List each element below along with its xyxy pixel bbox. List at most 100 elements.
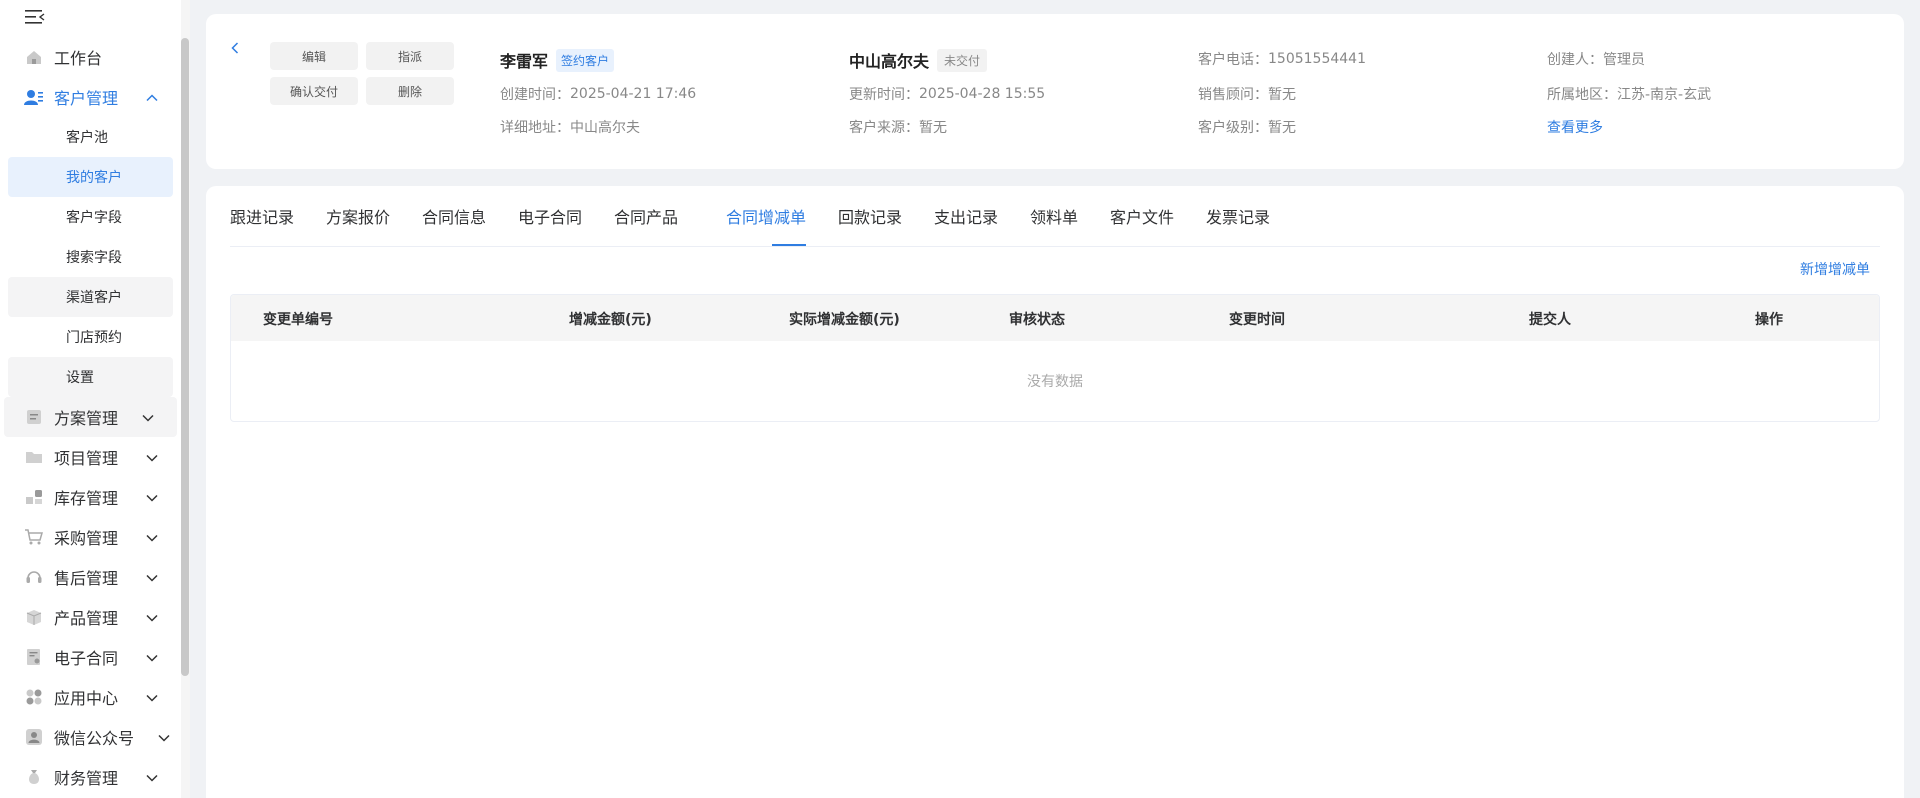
sidebar-scrollbar[interactable] [181,38,189,676]
sidebar-item-app-center[interactable]: 应用中心 [0,677,181,717]
sidebar-item-wechat-official[interactable]: 微信公众号 [0,717,181,757]
source-row: 客户来源： 暂无 [849,117,947,137]
customer-icon [24,87,44,107]
sidebar-nav: 工作台 客户管理 客户池 我的客户 客户字段 搜索字段 渠道客户 门店预约 设置… [0,37,181,797]
chevron-down-icon [145,690,159,704]
creator-label: 创建人： [1547,52,1603,68]
contract-icon [24,647,44,667]
active-tab-indicator [772,244,806,246]
assign-button[interactable]: 指派 [366,42,454,70]
document-icon [24,407,44,427]
region-label: 所属地区： [1547,87,1617,103]
sidebar-item-label: 产品管理 [54,609,119,628]
tab-customer-files[interactable]: 客户文件 [1110,204,1174,228]
created-time-row: 创建时间： 2025-04-21 17:46 [500,84,696,104]
creator-value: 管理员 [1603,52,1645,68]
level-value: 暂无 [1268,120,1296,136]
phone-label: 客户电话： [1198,52,1268,68]
created-time-label: 创建时间： [500,87,570,103]
money-bag-icon [24,767,44,787]
headset-icon [24,567,44,587]
sales-value: 暂无 [1268,87,1296,103]
region-row: 所属地区： 江苏-南京-玄武 [1547,84,1711,104]
tab-e-contract[interactable]: 电子合同 [518,204,582,228]
empty-table-text: 没有数据 [1027,374,1083,390]
column-header-actions: 操作 [1755,312,1783,328]
address-row: 详细地址： 中山高尔夫 [500,117,640,137]
main-content-card: 跟进记录 方案报价 合同信息 电子合同 合同产品 合同增减单 回款记录 支出记录… [206,186,1904,798]
back-chevron-icon[interactable] [228,40,242,56]
sidebar-item-product-management[interactable]: 产品管理 [0,597,181,637]
chevron-up-icon [145,90,159,104]
sidebar-subitem-store-booking[interactable]: 门店预约 [0,317,181,357]
chevron-down-icon [145,570,159,584]
tab-contract-products[interactable]: 合同产品 [614,204,678,228]
column-header-order-no: 变更单编号 [263,312,333,328]
customer-header-card: 编辑 指派 确认交付 删除 李雷军 签约客户 创建时间： 2025-04-21 … [206,14,1904,169]
sidebar-item-project-management[interactable]: 项目管理 [0,437,181,477]
sidebar: 工作台 客户管理 客户池 我的客户 客户字段 搜索字段 渠道客户 门店预约 设置… [0,0,190,798]
source-label: 客户来源： [849,120,919,136]
phone-value: 15051554441 [1268,51,1366,67]
tab-invoice-records[interactable]: 发票记录 [1206,204,1270,228]
add-change-order-link[interactable]: 新增增减单 [1800,259,1870,279]
tab-contract-info[interactable]: 合同信息 [422,204,486,228]
sidebar-item-plan-management[interactable]: 方案管理 [4,397,177,437]
level-label: 客户级别： [1198,120,1268,136]
delivery-status-badge: 未交付 [937,48,988,72]
home-icon [24,47,44,67]
sidebar-subitem-my-customers[interactable]: 我的客户 [8,157,173,197]
chevron-down-icon [157,730,171,744]
sidebar-subitem-channel-customers[interactable]: 渠道客户 [8,277,173,317]
sidebar-subitem-search-fields[interactable]: 搜索字段 [0,237,181,277]
sidebar-item-customer-management[interactable]: 客户管理 [0,77,181,117]
wechat-user-icon [24,727,44,747]
phone-row: 客户电话： 15051554441 [1198,49,1366,69]
change-order-table: 变更单编号 增减金额(元) 实际增减金额(元) 审核状态 变更时间 提交人 操作… [230,294,1880,422]
sidebar-item-inventory-management[interactable]: 库存管理 [0,477,181,517]
detail-tabs: 跟进记录 方案报价 合同信息 电子合同 合同产品 合同增减单 回款记录 支出记录… [230,186,1880,247]
chevron-down-icon [145,650,159,664]
sidebar-item-after-sales[interactable]: 售后管理 [0,557,181,597]
tab-quotation[interactable]: 方案报价 [326,204,390,228]
folder-icon [24,447,44,467]
sidebar-item-e-contract[interactable]: 电子合同 [0,637,181,677]
inventory-icon [24,487,44,507]
delete-button[interactable]: 删除 [366,77,454,105]
chevron-down-icon [145,610,159,624]
sidebar-item-label: 项目管理 [54,449,119,468]
column-header-review-status: 审核状态 [1009,312,1065,328]
confirm-delivery-button[interactable]: 确认交付 [270,77,358,105]
region-value: 江苏-南京-玄武 [1617,87,1712,103]
tab-material-requisition[interactable]: 领料单 [1030,204,1078,228]
sidebar-item-label: 库存管理 [54,489,119,508]
sidebar-subitem-customer-fields[interactable]: 客户字段 [0,197,181,237]
sidebar-subitem-settings[interactable]: 设置 [8,357,173,397]
tab-contract-change-orders[interactable]: 合同增减单 [726,204,806,228]
chevron-down-icon [141,410,155,424]
tab-expense-records[interactable]: 支出记录 [934,204,998,228]
sidebar-subitem-customer-pool[interactable]: 客户池 [0,117,181,157]
sidebar-item-label: 微信公众号 [54,729,135,748]
project-name-row: 中山高尔夫 未交付 [849,48,988,72]
sidebar-item-label: 财务管理 [54,769,119,788]
column-header-amount: 增减金额(元) [569,312,652,328]
source-value: 暂无 [919,120,947,136]
column-header-actual-amount: 实际增减金额(元) [789,312,900,328]
sidebar-item-workbench[interactable]: 工作台 [0,37,181,77]
address-value: 中山高尔夫 [570,120,640,136]
sidebar-item-label: 采购管理 [54,529,119,548]
view-more-link[interactable]: 查看更多 [1547,117,1603,137]
tab-follow-up[interactable]: 跟进记录 [230,204,294,228]
menu-collapse-icon[interactable] [24,8,46,26]
sidebar-item-label: 工作台 [54,49,103,68]
sidebar-item-label: 应用中心 [54,689,119,708]
sales-label: 销售顾问： [1198,87,1268,103]
sidebar-item-purchase-management[interactable]: 采购管理 [0,517,181,557]
project-name: 中山高尔夫 [849,52,930,71]
tab-payment-records[interactable]: 回款记录 [838,204,902,228]
view-more-row: 查看更多 [1547,117,1603,137]
customer-status-badge: 签约客户 [556,48,615,72]
sidebar-item-finance-management[interactable]: 财务管理 [0,757,181,797]
edit-button[interactable]: 编辑 [270,42,358,70]
